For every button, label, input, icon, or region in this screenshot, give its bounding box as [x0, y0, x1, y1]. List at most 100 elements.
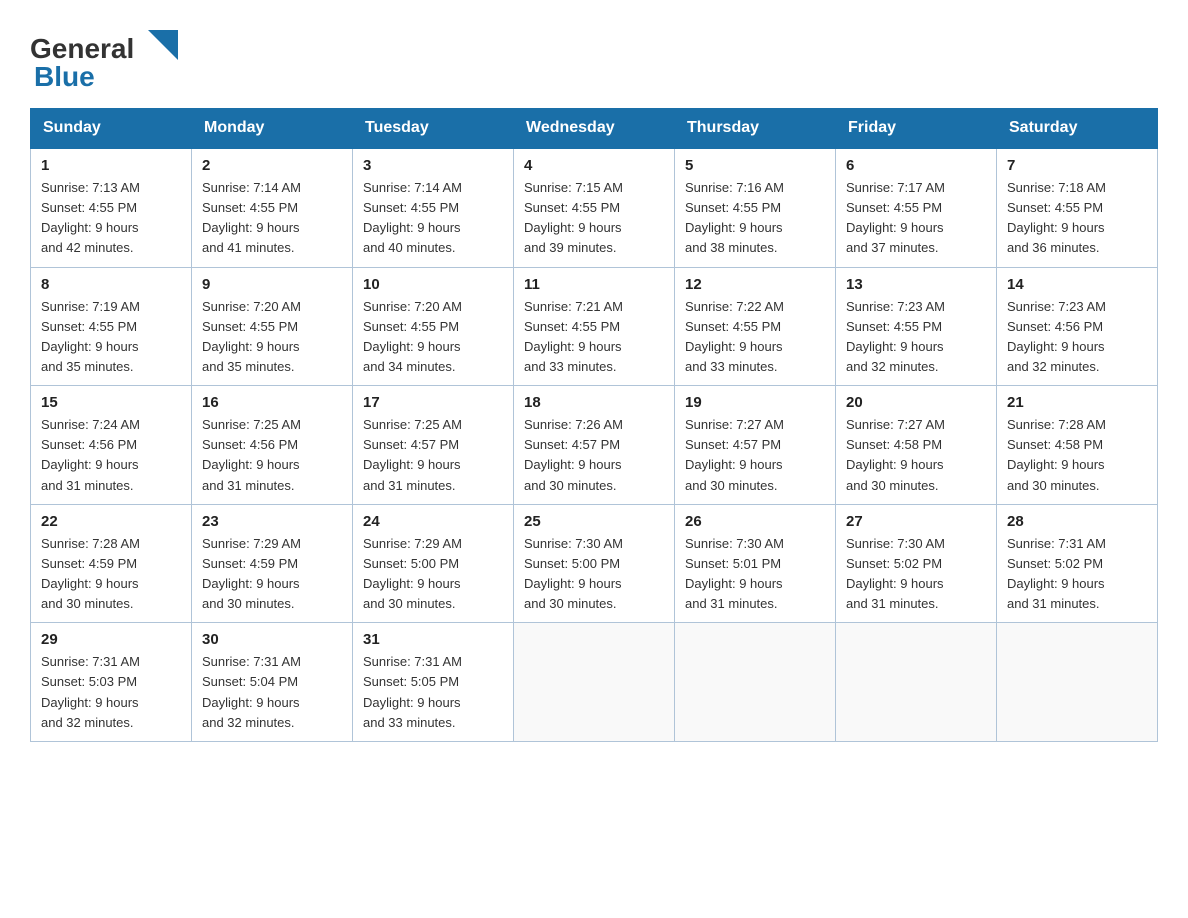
day-info: Sunrise: 7:27 AMSunset: 4:57 PMDaylight:…: [685, 415, 825, 496]
day-number: 4: [524, 157, 664, 174]
day-number: 19: [685, 394, 825, 411]
day-cell: 8Sunrise: 7:19 AMSunset: 4:55 PMDaylight…: [31, 267, 192, 386]
day-number: 2: [202, 157, 342, 174]
day-cell: 1 Sunrise: 7:13 AMSunset: 4:55 PMDaylight…: [31, 148, 192, 267]
day-cell: 31Sunrise: 7:31 AMSunset: 5:05 PMDayligh…: [353, 623, 514, 742]
day-info: Sunrise: 7:20 AMSunset: 4:55 PMDaylight:…: [363, 297, 503, 378]
day-number: 1: [41, 157, 181, 174]
day-cell: 16 Sunrise: 7:25 AMSunset: 4:56 PMDayligh…: [192, 386, 353, 505]
day-cell: [836, 623, 997, 742]
day-info: Sunrise: 7:15 AMSunset: 4:55 PMDaylight:…: [524, 178, 664, 259]
day-cell: 14 Sunrise: 7:23 AMSunset: 4:56 PMDayligh…: [997, 267, 1158, 386]
day-cell: 6Sunrise: 7:17 AMSunset: 4:55 PMDaylight…: [836, 148, 997, 267]
weekday-header-friday: Friday: [836, 109, 997, 149]
day-cell: 30 Sunrise: 7:31 AMSunset: 5:04 PMDayligh…: [192, 623, 353, 742]
weekday-header-tuesday: Tuesday: [353, 109, 514, 149]
day-info: Sunrise: 7:31 AMSunset: 5:04 PMDaylight:…: [202, 652, 342, 733]
week-row-5: 29Sunrise: 7:31 AMSunset: 5:03 PMDayligh…: [31, 623, 1158, 742]
day-cell: 13 Sunrise: 7:23 AMSunset: 4:55 PMDayligh…: [836, 267, 997, 386]
day-number: 5: [685, 157, 825, 174]
week-row-3: 15 Sunrise: 7:24 AMSunset: 4:56 PMDayligh…: [31, 386, 1158, 505]
day-number: 28: [1007, 513, 1147, 530]
day-cell: 23Sunrise: 7:29 AMSunset: 4:59 PMDayligh…: [192, 504, 353, 623]
day-cell: 4 Sunrise: 7:15 AMSunset: 4:55 PMDaylight…: [514, 148, 675, 267]
day-number: 6: [846, 157, 986, 174]
logo: General Blue: [30, 20, 190, 92]
day-cell: 3Sunrise: 7:14 AMSunset: 4:55 PMDaylight…: [353, 148, 514, 267]
weekday-header-thursday: Thursday: [675, 109, 836, 149]
day-info: Sunrise: 7:23 AMSunset: 4:56 PMDaylight:…: [1007, 297, 1147, 378]
day-info: Sunrise: 7:19 AMSunset: 4:55 PMDaylight:…: [41, 297, 181, 378]
day-info: Sunrise: 7:21 AMSunset: 4:55 PMDaylight:…: [524, 297, 664, 378]
day-number: 12: [685, 276, 825, 293]
day-info: Sunrise: 7:30 AMSunset: 5:02 PMDaylight:…: [846, 534, 986, 615]
day-number: 21: [1007, 394, 1147, 411]
header: General Blue: [30, 20, 1158, 92]
day-number: 16: [202, 394, 342, 411]
day-info: Sunrise: 7:16 AMSunset: 4:55 PMDaylight:…: [685, 178, 825, 259]
day-cell: 19 Sunrise: 7:27 AMSunset: 4:57 PMDayligh…: [675, 386, 836, 505]
day-cell: 9Sunrise: 7:20 AMSunset: 4:55 PMDaylight…: [192, 267, 353, 386]
day-cell: 10Sunrise: 7:20 AMSunset: 4:55 PMDayligh…: [353, 267, 514, 386]
day-info: Sunrise: 7:31 AMSunset: 5:02 PMDaylight:…: [1007, 534, 1147, 615]
day-cell: 17 Sunrise: 7:25 AMSunset: 4:57 PMDayligh…: [353, 386, 514, 505]
day-info: Sunrise: 7:20 AMSunset: 4:55 PMDaylight:…: [202, 297, 342, 378]
day-info: Sunrise: 7:18 AMSunset: 4:55 PMDaylight:…: [1007, 178, 1147, 259]
day-info: Sunrise: 7:29 AMSunset: 4:59 PMDaylight:…: [202, 534, 342, 615]
day-number: 27: [846, 513, 986, 530]
day-info: Sunrise: 7:30 AMSunset: 5:00 PMDaylight:…: [524, 534, 664, 615]
day-cell: [997, 623, 1158, 742]
week-row-1: 1 Sunrise: 7:13 AMSunset: 4:55 PMDaylight…: [31, 148, 1158, 267]
logo-svg: General Blue: [30, 20, 190, 92]
day-info: Sunrise: 7:28 AMSunset: 4:59 PMDaylight:…: [41, 534, 181, 615]
calendar-table: SundayMondayTuesdayWednesdayThursdayFrid…: [30, 108, 1158, 742]
day-info: Sunrise: 7:31 AMSunset: 5:05 PMDaylight:…: [363, 652, 503, 733]
day-cell: [514, 623, 675, 742]
day-cell: 25 Sunrise: 7:30 AMSunset: 5:00 PMDayligh…: [514, 504, 675, 623]
day-number: 3: [363, 157, 503, 174]
calendar-body: 1 Sunrise: 7:13 AMSunset: 4:55 PMDaylight…: [31, 148, 1158, 741]
day-info: Sunrise: 7:14 AMSunset: 4:55 PMDaylight:…: [202, 178, 342, 259]
day-number: 7: [1007, 157, 1147, 174]
day-number: 22: [41, 513, 181, 530]
day-number: 18: [524, 394, 664, 411]
day-info: Sunrise: 7:29 AMSunset: 5:00 PMDaylight:…: [363, 534, 503, 615]
calendar-header: SundayMondayTuesdayWednesdayThursdayFrid…: [31, 109, 1158, 149]
day-info: Sunrise: 7:22 AMSunset: 4:55 PMDaylight:…: [685, 297, 825, 378]
week-row-2: 8Sunrise: 7:19 AMSunset: 4:55 PMDaylight…: [31, 267, 1158, 386]
page: General Blue SundayMondayTuesdayWednesda…: [0, 0, 1188, 772]
day-cell: 28 Sunrise: 7:31 AMSunset: 5:02 PMDayligh…: [997, 504, 1158, 623]
day-number: 20: [846, 394, 986, 411]
day-cell: 27 Sunrise: 7:30 AMSunset: 5:02 PMDayligh…: [836, 504, 997, 623]
day-info: Sunrise: 7:23 AMSunset: 4:55 PMDaylight:…: [846, 297, 986, 378]
day-cell: [675, 623, 836, 742]
weekday-header-sunday: Sunday: [31, 109, 192, 149]
day-number: 26: [685, 513, 825, 530]
day-cell: 15 Sunrise: 7:24 AMSunset: 4:56 PMDayligh…: [31, 386, 192, 505]
day-cell: 2 Sunrise: 7:14 AMSunset: 4:55 PMDaylight…: [192, 148, 353, 267]
weekday-row: SundayMondayTuesdayWednesdayThursdayFrid…: [31, 109, 1158, 149]
day-number: 15: [41, 394, 181, 411]
day-info: Sunrise: 7:25 AMSunset: 4:56 PMDaylight:…: [202, 415, 342, 496]
day-number: 17: [363, 394, 503, 411]
day-cell: 26 Sunrise: 7:30 AMSunset: 5:01 PMDayligh…: [675, 504, 836, 623]
day-info: Sunrise: 7:30 AMSunset: 5:01 PMDaylight:…: [685, 534, 825, 615]
day-number: 11: [524, 276, 664, 293]
weekday-header-monday: Monday: [192, 109, 353, 149]
day-cell: 24Sunrise: 7:29 AMSunset: 5:00 PMDayligh…: [353, 504, 514, 623]
svg-text:General: General: [30, 33, 134, 64]
day-info: Sunrise: 7:26 AMSunset: 4:57 PMDaylight:…: [524, 415, 664, 496]
day-cell: 7 Sunrise: 7:18 AMSunset: 4:55 PMDaylight…: [997, 148, 1158, 267]
day-info: Sunrise: 7:28 AMSunset: 4:58 PMDaylight:…: [1007, 415, 1147, 496]
day-number: 13: [846, 276, 986, 293]
day-info: Sunrise: 7:25 AMSunset: 4:57 PMDaylight:…: [363, 415, 503, 496]
day-number: 14: [1007, 276, 1147, 293]
day-cell: 12 Sunrise: 7:22 AMSunset: 4:55 PMDayligh…: [675, 267, 836, 386]
day-info: Sunrise: 7:13 AMSunset: 4:55 PMDaylight:…: [41, 178, 181, 259]
day-cell: 18 Sunrise: 7:26 AMSunset: 4:57 PMDayligh…: [514, 386, 675, 505]
day-number: 29: [41, 631, 181, 648]
day-cell: 22 Sunrise: 7:28 AMSunset: 4:59 PMDayligh…: [31, 504, 192, 623]
day-number: 30: [202, 631, 342, 648]
day-number: 25: [524, 513, 664, 530]
day-info: Sunrise: 7:24 AMSunset: 4:56 PMDaylight:…: [41, 415, 181, 496]
